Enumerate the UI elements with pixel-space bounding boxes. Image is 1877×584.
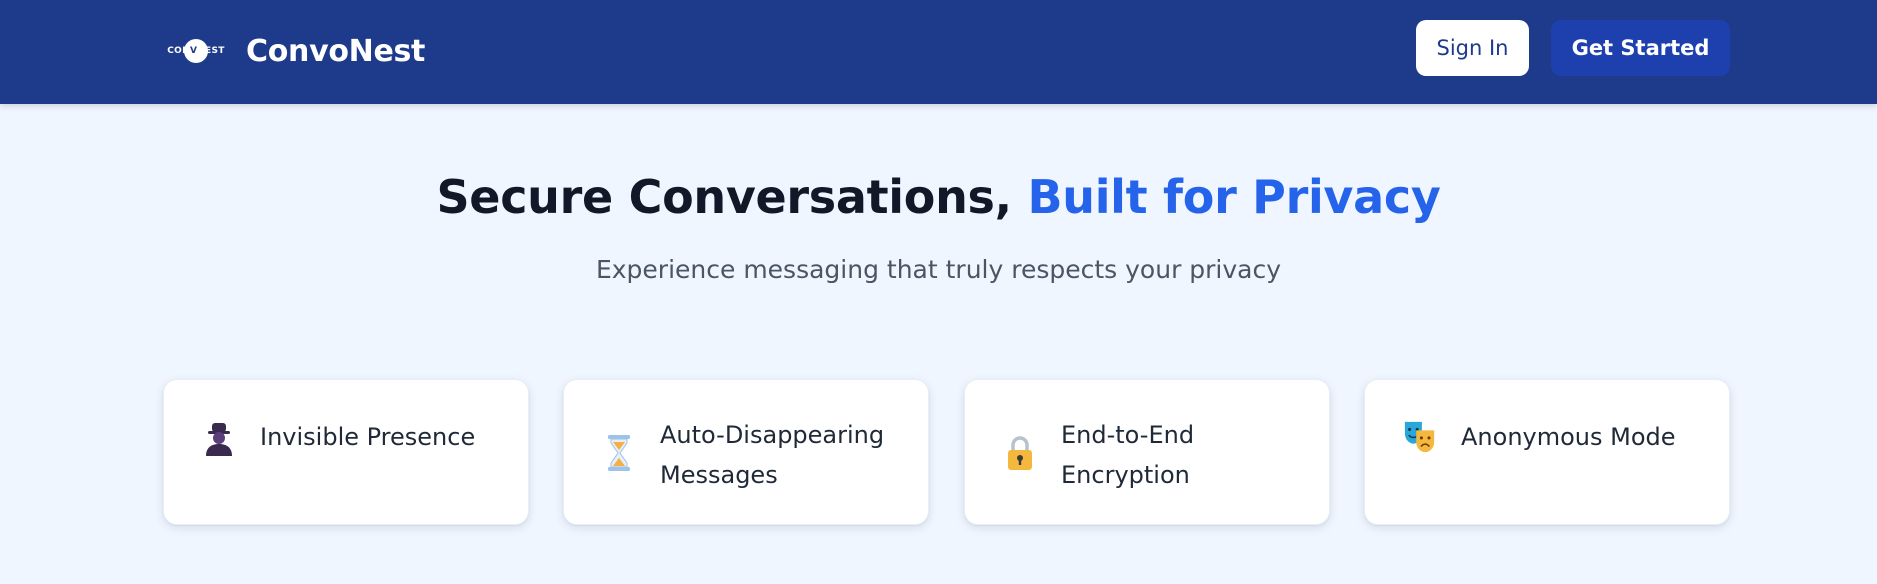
- incognito-person-icon: [202, 420, 236, 458]
- hero-title-main: Secure Conversations,: [436, 170, 1028, 224]
- feature-card-auto-disappearing: Auto-Disappearing Messages: [563, 379, 929, 525]
- theater-masks-icon: [1403, 418, 1437, 456]
- lock-icon: [1003, 434, 1037, 472]
- hero-title: Secure Conversations, Built for Privacy: [0, 170, 1877, 224]
- hourglass-icon: [602, 434, 636, 472]
- hero-subtitle: Experience messaging that truly respects…: [595, 255, 1282, 284]
- feature-title: Invisible Presence: [260, 423, 476, 451]
- sign-in-button[interactable]: Sign In: [1416, 20, 1529, 76]
- feature-card-e2e-encryption: End-to-End Encryption: [964, 379, 1330, 525]
- logo-icon: CONVNEST: [164, 36, 228, 66]
- logo-text: CONVNEST: [167, 46, 225, 56]
- hero-title-accent: Built for Privacy: [1027, 170, 1441, 224]
- brand[interactable]: CONVNEST ConvoNest: [164, 28, 425, 74]
- feature-title: End-to-End Encryption: [1061, 421, 1195, 489]
- feature-card-invisible-presence: Invisible Presence: [163, 379, 529, 525]
- feature-title: Anonymous Mode: [1461, 423, 1676, 451]
- feature-card-anonymous-mode: Anonymous Mode: [1364, 379, 1730, 525]
- feature-title: Auto-Disappearing Messages: [660, 421, 885, 489]
- get-started-button[interactable]: Get Started: [1551, 20, 1730, 76]
- brand-name: ConvoNest: [246, 33, 426, 69]
- top-navbar: CONVNEST ConvoNest Sign In Get Started: [0, 0, 1877, 104]
